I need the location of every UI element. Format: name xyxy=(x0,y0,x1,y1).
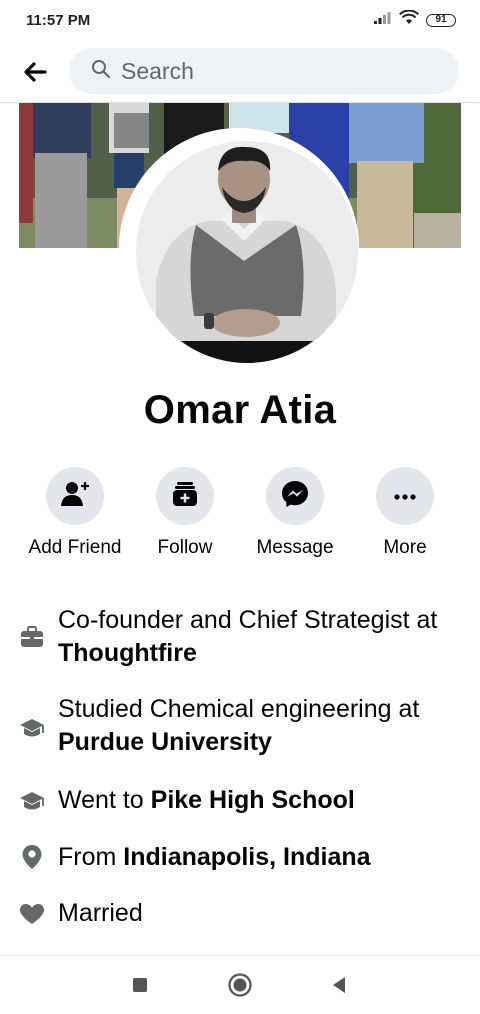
add-friend-icon xyxy=(60,480,90,513)
arrow-left-icon[interactable] xyxy=(18,55,52,89)
more-circle xyxy=(376,467,434,525)
wifi-icon xyxy=(399,9,419,30)
back-triangle-icon[interactable] xyxy=(326,972,352,998)
status-time: 11:57 PM xyxy=(26,11,91,29)
add-friend-label: Add Friend xyxy=(28,537,122,558)
location-pin-icon xyxy=(19,844,45,870)
search-box[interactable] xyxy=(69,48,459,94)
add-friend-button[interactable]: Add Friend xyxy=(15,467,135,559)
follow-button[interactable]: Follow xyxy=(125,467,245,559)
signal-icon xyxy=(374,11,392,29)
hometown-place[interactable]: Indianapolis, Indiana xyxy=(123,843,370,871)
battery-level: 91 xyxy=(435,14,447,25)
school-prefix: Went to xyxy=(58,786,151,814)
college-name[interactable]: Purdue University xyxy=(58,728,272,756)
message-circle xyxy=(266,467,324,525)
school-name[interactable]: Pike High School xyxy=(151,786,355,814)
graduation-cap-icon xyxy=(19,715,45,741)
home-icon[interactable] xyxy=(227,972,253,998)
recent-apps-icon[interactable] xyxy=(127,972,153,998)
heart-icon xyxy=(19,901,45,927)
message-button[interactable]: Message xyxy=(235,467,355,559)
follow-label: Follow xyxy=(157,537,213,558)
profile-actions: Add Friend Follow Message More xyxy=(0,467,480,567)
more-label: More xyxy=(383,537,427,558)
search-input[interactable] xyxy=(119,56,423,86)
graduation-cap-icon xyxy=(19,788,45,814)
info-relationship-text: Married xyxy=(58,899,143,927)
work-employer[interactable]: Thoughtfire xyxy=(58,639,197,667)
info-hometown-text: From Indianapolis, Indiana xyxy=(58,841,458,874)
college-prefix: Studied Chemical engineering at xyxy=(58,695,420,723)
info-work-text: Co-founder and Chief Strategist at Thoug… xyxy=(58,604,458,670)
more-button[interactable]: More xyxy=(345,467,465,559)
system-nav-bar xyxy=(0,955,480,1014)
follow-circle xyxy=(156,467,214,525)
info-education-college-text: Studied Chemical engineering at Purdue U… xyxy=(58,693,458,759)
hometown-prefix: From xyxy=(58,843,124,871)
more-icon xyxy=(394,487,416,505)
add-friend-circle xyxy=(46,467,104,525)
info-education-school-text: Went to Pike High School xyxy=(58,784,458,817)
profile-picture[interactable] xyxy=(136,141,358,363)
follow-icon xyxy=(171,480,199,513)
search-icon xyxy=(91,59,111,84)
header xyxy=(0,44,480,100)
battery-icon: 91 xyxy=(426,13,456,27)
profile-name: Omar Atia xyxy=(143,388,337,432)
status-icons: 91 xyxy=(374,9,456,30)
message-label: Message xyxy=(256,537,334,558)
work-prefix: Co-founder and Chief Strategist at xyxy=(58,606,438,634)
status-bar: 11:57 PM 91 xyxy=(0,0,480,40)
briefcase-icon xyxy=(19,624,45,650)
messenger-icon xyxy=(280,479,310,514)
